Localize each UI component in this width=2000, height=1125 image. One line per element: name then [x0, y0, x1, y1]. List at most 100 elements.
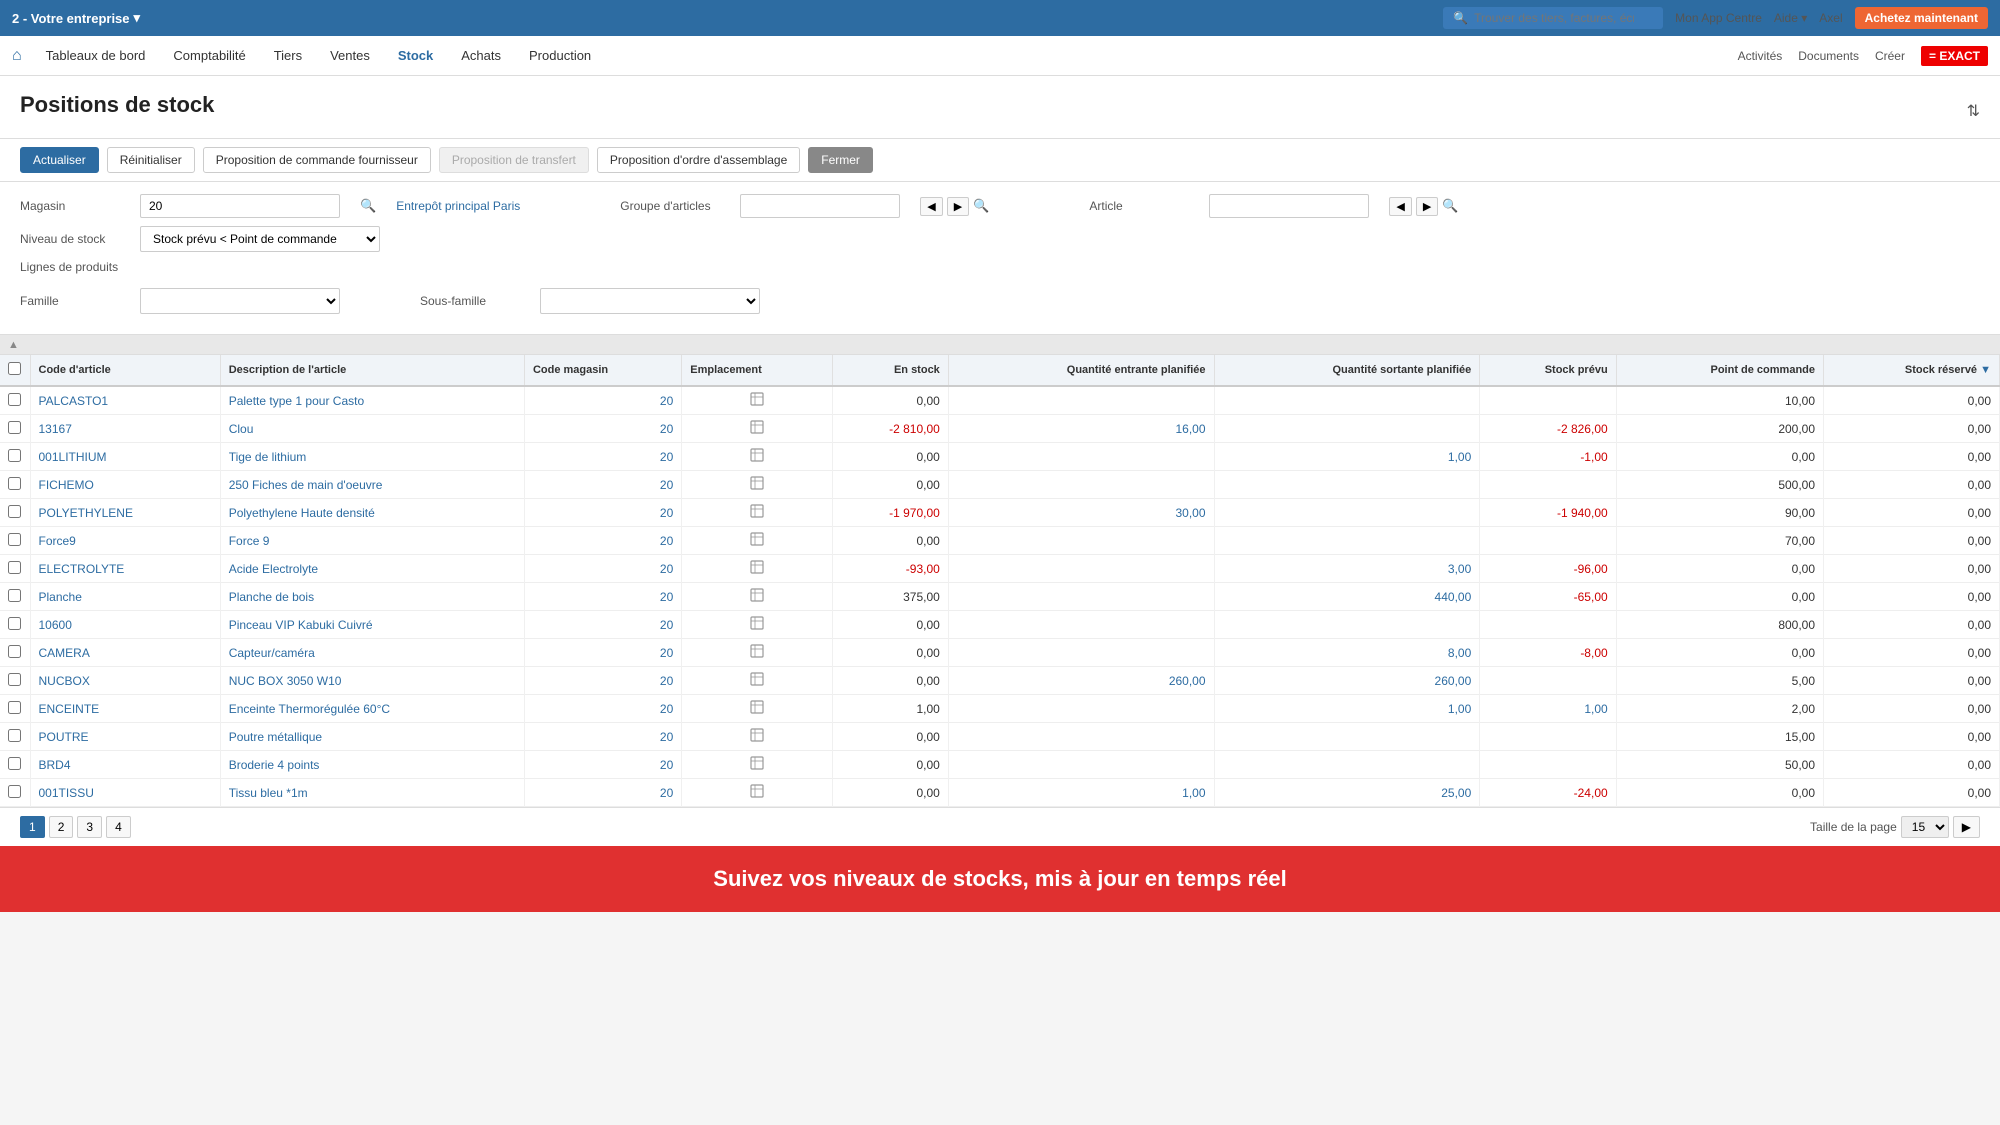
row-code-magasin[interactable]: 20 — [524, 471, 681, 499]
article-input[interactable] — [1209, 194, 1369, 218]
row-code-magasin[interactable]: 20 — [524, 723, 681, 751]
row-description[interactable]: 250 Fiches de main d'oeuvre — [220, 471, 524, 499]
proposition-ordre-button[interactable]: Proposition d'ordre d'assemblage — [597, 147, 800, 173]
page-4-btn[interactable]: 4 — [106, 816, 131, 838]
page-next-btn[interactable]: ▶ — [1953, 816, 1980, 838]
row-checkbox[interactable] — [0, 471, 30, 499]
groupe-articles-input[interactable] — [740, 194, 900, 218]
row-emplacement-icon[interactable] — [682, 695, 833, 723]
row-checkbox[interactable] — [0, 415, 30, 443]
row-emplacement-icon[interactable] — [682, 443, 833, 471]
row-description[interactable]: Pinceau VIP Kabuki Cuivré — [220, 611, 524, 639]
row-code-magasin[interactable]: 20 — [524, 443, 681, 471]
nav-production[interactable]: Production — [517, 40, 603, 71]
nav-ventes[interactable]: Ventes — [318, 40, 382, 71]
row-description[interactable]: Palette type 1 pour Casto — [220, 386, 524, 415]
reinitialiser-button[interactable]: Réinitialiser — [107, 147, 195, 173]
article-next[interactable]: ▶ — [1416, 197, 1438, 216]
app-center-btn[interactable]: Mon App Centre — [1675, 11, 1762, 25]
row-checkbox[interactable] — [0, 779, 30, 807]
row-checkbox[interactable] — [0, 499, 30, 527]
row-code-article[interactable]: ENCEINTE — [30, 695, 220, 723]
row-description[interactable]: Tissu bleu *1m — [220, 779, 524, 807]
col-stock-prevu[interactable]: Stock prévu — [1480, 355, 1616, 386]
row-checkbox[interactable] — [0, 611, 30, 639]
row-code-article[interactable]: ELECTROLYTE — [30, 555, 220, 583]
row-code-article[interactable]: PALCASTO1 — [30, 386, 220, 415]
select-all-checkbox[interactable] — [0, 355, 30, 386]
buy-now-button[interactable]: Achetez maintenant — [1855, 7, 1988, 29]
row-code-magasin[interactable]: 20 — [524, 583, 681, 611]
col-point-commande[interactable]: Point de commande — [1616, 355, 1823, 386]
niveau-stock-select[interactable]: Stock prévu < Point de commande — [140, 226, 380, 252]
groupe-articles-next[interactable]: ▶ — [947, 197, 969, 216]
nav-stock[interactable]: Stock — [386, 40, 445, 71]
row-description[interactable]: Enceinte Thermorégulée 60°C — [220, 695, 524, 723]
search-input[interactable] — [1474, 11, 1634, 25]
nav-comptabilite[interactable]: Comptabilité — [161, 40, 257, 71]
row-code-article[interactable]: POUTRE — [30, 723, 220, 751]
row-emplacement-icon[interactable] — [682, 779, 833, 807]
row-description[interactable]: Planche de bois — [220, 583, 524, 611]
row-checkbox[interactable] — [0, 639, 30, 667]
row-code-article[interactable]: Force9 — [30, 527, 220, 555]
groupe-articles-prev[interactable]: ◀ — [920, 197, 942, 216]
row-code-magasin[interactable]: 20 — [524, 386, 681, 415]
row-emplacement-icon[interactable] — [682, 639, 833, 667]
row-code-magasin[interactable]: 20 — [524, 611, 681, 639]
col-qte-sortante[interactable]: Quantité sortante planifiée — [1214, 355, 1480, 386]
row-code-article[interactable]: FICHEMO — [30, 471, 220, 499]
row-description[interactable]: Force 9 — [220, 527, 524, 555]
col-en-stock[interactable]: En stock — [833, 355, 949, 386]
page-size-select[interactable]: 15 25 50 — [1901, 816, 1949, 838]
row-checkbox[interactable] — [0, 386, 30, 415]
home-icon[interactable]: ⌂ — [12, 47, 22, 65]
row-description[interactable]: Polyethylene Haute densité — [220, 499, 524, 527]
row-description[interactable]: Clou — [220, 415, 524, 443]
row-code-magasin[interactable]: 20 — [524, 667, 681, 695]
row-description[interactable]: Capteur/caméra — [220, 639, 524, 667]
famille-select[interactable] — [140, 288, 340, 314]
sous-famille-select[interactable] — [540, 288, 760, 314]
row-code-magasin[interactable]: 20 — [524, 695, 681, 723]
documents-btn[interactable]: Documents — [1798, 49, 1859, 63]
row-checkbox[interactable] — [0, 723, 30, 751]
article-search-icon[interactable]: 🔍 — [1442, 198, 1458, 214]
row-checkbox[interactable] — [0, 667, 30, 695]
row-checkbox[interactable] — [0, 443, 30, 471]
row-code-article[interactable]: BRD4 — [30, 751, 220, 779]
row-code-magasin[interactable]: 20 — [524, 779, 681, 807]
aide-btn[interactable]: Aide ▾ — [1774, 11, 1807, 25]
row-emplacement-icon[interactable] — [682, 751, 833, 779]
row-emplacement-icon[interactable] — [682, 386, 833, 415]
row-emplacement-icon[interactable] — [682, 723, 833, 751]
row-emplacement-icon[interactable] — [682, 583, 833, 611]
row-code-magasin[interactable]: 20 — [524, 639, 681, 667]
magasin-input[interactable] — [140, 194, 340, 218]
magasin-search-icon[interactable]: 🔍 — [360, 198, 376, 214]
row-emplacement-icon[interactable] — [682, 471, 833, 499]
row-code-article[interactable]: 13167 — [30, 415, 220, 443]
row-code-article[interactable]: Planche — [30, 583, 220, 611]
row-emplacement-icon[interactable] — [682, 667, 833, 695]
page-1-btn[interactable]: 1 — [20, 816, 45, 838]
row-code-article[interactable]: POLYETHYLENE — [30, 499, 220, 527]
article-prev[interactable]: ◀ — [1389, 197, 1411, 216]
row-code-magasin[interactable]: 20 — [524, 555, 681, 583]
row-description[interactable]: Poutre métallique — [220, 723, 524, 751]
sort-settings-icon[interactable]: ⇅ — [1967, 101, 1980, 121]
nav-tableaux-de-bord[interactable]: Tableaux de bord — [34, 40, 158, 71]
row-code-article[interactable]: 001LITHIUM — [30, 443, 220, 471]
groupe-articles-search-icon[interactable]: 🔍 — [973, 198, 989, 214]
col-qte-entrante[interactable]: Quantité entrante planifiée — [948, 355, 1214, 386]
row-description[interactable]: Broderie 4 points — [220, 751, 524, 779]
nav-achats[interactable]: Achats — [449, 40, 513, 71]
row-code-article[interactable]: NUCBOX — [30, 667, 220, 695]
row-code-magasin[interactable]: 20 — [524, 415, 681, 443]
row-checkbox[interactable] — [0, 695, 30, 723]
row-emplacement-icon[interactable] — [682, 555, 833, 583]
row-emplacement-icon[interactable] — [682, 527, 833, 555]
row-code-magasin[interactable]: 20 — [524, 751, 681, 779]
magasin-link[interactable]: Entrepôt principal Paris — [396, 199, 520, 213]
row-description[interactable]: NUC BOX 3050 W10 — [220, 667, 524, 695]
